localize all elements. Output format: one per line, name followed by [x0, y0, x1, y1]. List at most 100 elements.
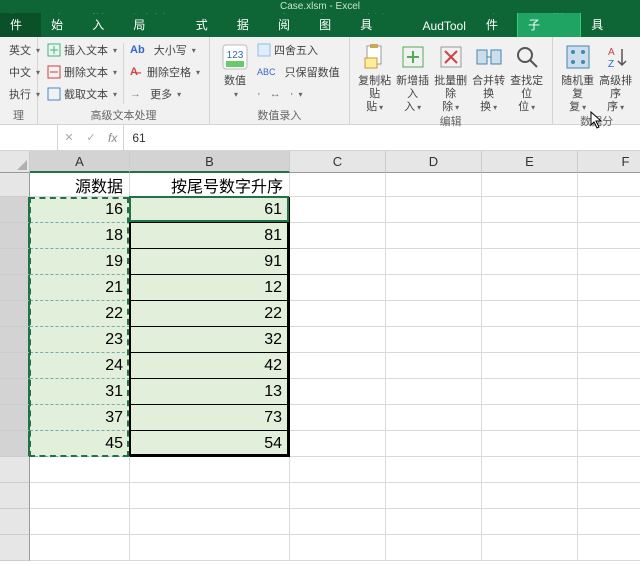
cell[interactable]	[290, 275, 386, 301]
column-header-A[interactable]: A	[30, 151, 130, 173]
cell[interactable]	[578, 457, 640, 483]
row-header[interactable]	[0, 483, 30, 509]
cell[interactable]: 16	[30, 197, 130, 223]
cell[interactable]	[578, 301, 640, 327]
cell[interactable]	[290, 535, 386, 561]
btn-random-dup[interactable]: 随机重复复▾	[559, 39, 597, 114]
cell[interactable]: 37	[30, 405, 130, 431]
cell[interactable]	[386, 275, 482, 301]
cell[interactable]: 42	[130, 353, 290, 379]
cell[interactable]	[482, 457, 578, 483]
cell[interactable]	[290, 301, 386, 327]
cell[interactable]	[386, 327, 482, 353]
cell[interactable]: 13	[130, 379, 290, 405]
cell[interactable]: 61	[130, 197, 290, 223]
btn-round[interactable]: 四舍五入	[254, 39, 343, 61]
cell[interactable]	[386, 223, 482, 249]
cell[interactable]	[482, 509, 578, 535]
cell[interactable]	[482, 405, 578, 431]
tab-audtool[interactable]: AudTool	[413, 15, 476, 37]
btn-dot-toggle[interactable]: · ↔ ·▾	[254, 83, 343, 105]
column-header-D[interactable]: D	[386, 151, 482, 173]
row-header[interactable]	[0, 327, 30, 353]
btn-batch-delete[interactable]: 批量删除除▾	[432, 39, 470, 114]
cell[interactable]: 12	[130, 275, 290, 301]
cell[interactable]	[386, 405, 482, 431]
cell[interactable]	[578, 327, 640, 353]
cell[interactable]	[290, 173, 386, 197]
row-header[interactable]	[0, 301, 30, 327]
btn-new-insert[interactable]: 新增插入入▾	[394, 39, 432, 114]
cell[interactable]	[386, 353, 482, 379]
name-box[interactable]	[0, 125, 58, 150]
row-header[interactable]	[0, 509, 30, 535]
cell[interactable]: 31	[30, 379, 130, 405]
cell[interactable]	[482, 327, 578, 353]
row-header[interactable]	[0, 535, 30, 561]
cell[interactable]	[482, 379, 578, 405]
cell[interactable]	[290, 379, 386, 405]
cell[interactable]	[130, 535, 290, 561]
column-header-B[interactable]: B	[130, 151, 290, 173]
cell[interactable]	[578, 535, 640, 561]
row-header[interactable]	[0, 197, 30, 223]
cell[interactable]	[290, 327, 386, 353]
cell[interactable]	[130, 509, 290, 535]
cell[interactable]	[290, 483, 386, 509]
row-header[interactable]	[0, 173, 30, 197]
row-header[interactable]	[0, 223, 30, 249]
row-header[interactable]	[0, 353, 30, 379]
cell[interactable]	[482, 301, 578, 327]
cell[interactable]	[482, 197, 578, 223]
btn-case[interactable]: Ab 大小写▾	[127, 39, 203, 61]
cell[interactable]	[578, 223, 640, 249]
btn-value[interactable]: 123 数值▾	[216, 39, 254, 108]
cell[interactable]	[290, 249, 386, 275]
column-header-C[interactable]: C	[290, 151, 386, 173]
cell[interactable]: 45	[30, 431, 130, 457]
row-header[interactable]	[0, 457, 30, 483]
cell[interactable]	[482, 275, 578, 301]
cell[interactable]	[482, 535, 578, 561]
cell[interactable]: 21	[30, 275, 130, 301]
cell[interactable]	[386, 457, 482, 483]
cell[interactable]	[290, 457, 386, 483]
cell[interactable]	[578, 249, 640, 275]
fx-icon[interactable]: fx	[102, 125, 124, 150]
cell[interactable]	[578, 173, 640, 197]
cell[interactable]: 91	[130, 249, 290, 275]
row-header[interactable]	[0, 405, 30, 431]
cell[interactable]	[386, 509, 482, 535]
cell[interactable]: 18	[30, 223, 130, 249]
cell[interactable]	[578, 509, 640, 535]
btn-keep-value[interactable]: ABC 只保留数值	[254, 61, 343, 83]
cell[interactable]: 19	[30, 249, 130, 275]
cell[interactable]	[482, 173, 578, 197]
cell[interactable]: 22	[130, 301, 290, 327]
cell[interactable]: 81	[130, 223, 290, 249]
btn-merge-convert[interactable]: 合并转换换▾	[470, 39, 508, 114]
column-header-F[interactable]: F	[578, 151, 640, 173]
enter-icon[interactable]: ✓	[80, 131, 102, 144]
cell[interactable]	[290, 405, 386, 431]
btn-more[interactable]: → 更多▾	[127, 83, 203, 105]
cell[interactable]	[130, 483, 290, 509]
row-header[interactable]	[0, 431, 30, 457]
btn-find-locate[interactable]: 查找定位位▾	[508, 39, 546, 114]
cell[interactable]	[578, 379, 640, 405]
cell[interactable]	[290, 197, 386, 223]
cell[interactable]	[482, 353, 578, 379]
btn-delete-text[interactable]: 删除文本▾	[44, 61, 120, 83]
cell[interactable]	[578, 483, 640, 509]
cell[interactable]	[30, 509, 130, 535]
row-header[interactable]	[0, 249, 30, 275]
cell[interactable]	[386, 173, 482, 197]
btn-cut-text[interactable]: 截取文本▾	[44, 83, 120, 105]
cell[interactable]	[578, 431, 640, 457]
cell[interactable]	[386, 431, 482, 457]
btn-delete-space[interactable]: A̶ 删除空格▾	[127, 61, 203, 83]
cancel-icon[interactable]: ✕	[58, 131, 80, 144]
cell[interactable]: 73	[130, 405, 290, 431]
cell[interactable]	[386, 197, 482, 223]
cell[interactable]	[482, 249, 578, 275]
